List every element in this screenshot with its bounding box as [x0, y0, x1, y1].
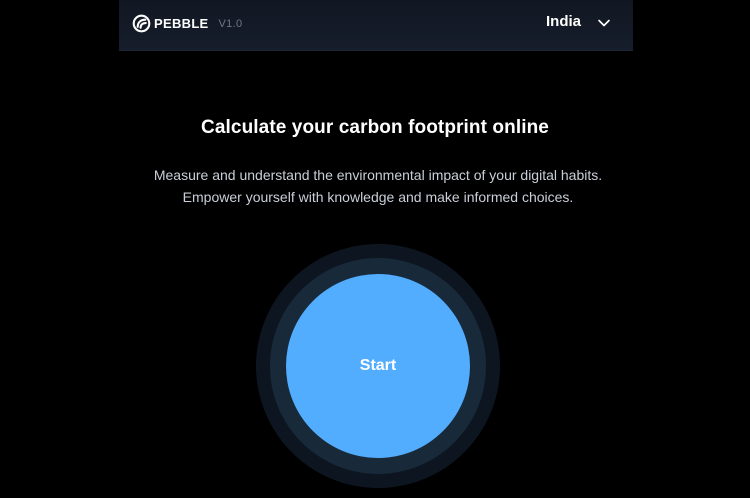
pebble-logo-icon	[132, 14, 151, 33]
page-description: Measure and understand the environmental…	[153, 167, 603, 205]
brand-name: PEBBLE	[154, 16, 209, 31]
country-selected-value: India	[545, 13, 581, 30]
top-nav-bar: PEBBLE V1.0 India	[119, 0, 633, 51]
page-title: Calculate your carbon footprint online	[201, 117, 549, 138]
version-label: V1.0	[218, 17, 243, 30]
start-button[interactable]: Start	[286, 274, 470, 458]
page: PEBBLE V1.0 India Calculate your carbon …	[0, 0, 750, 498]
brand[interactable]: PEBBLE V1.0	[132, 14, 242, 33]
country-select[interactable]: India	[546, 13, 611, 30]
chevron-down-icon	[597, 15, 611, 29]
